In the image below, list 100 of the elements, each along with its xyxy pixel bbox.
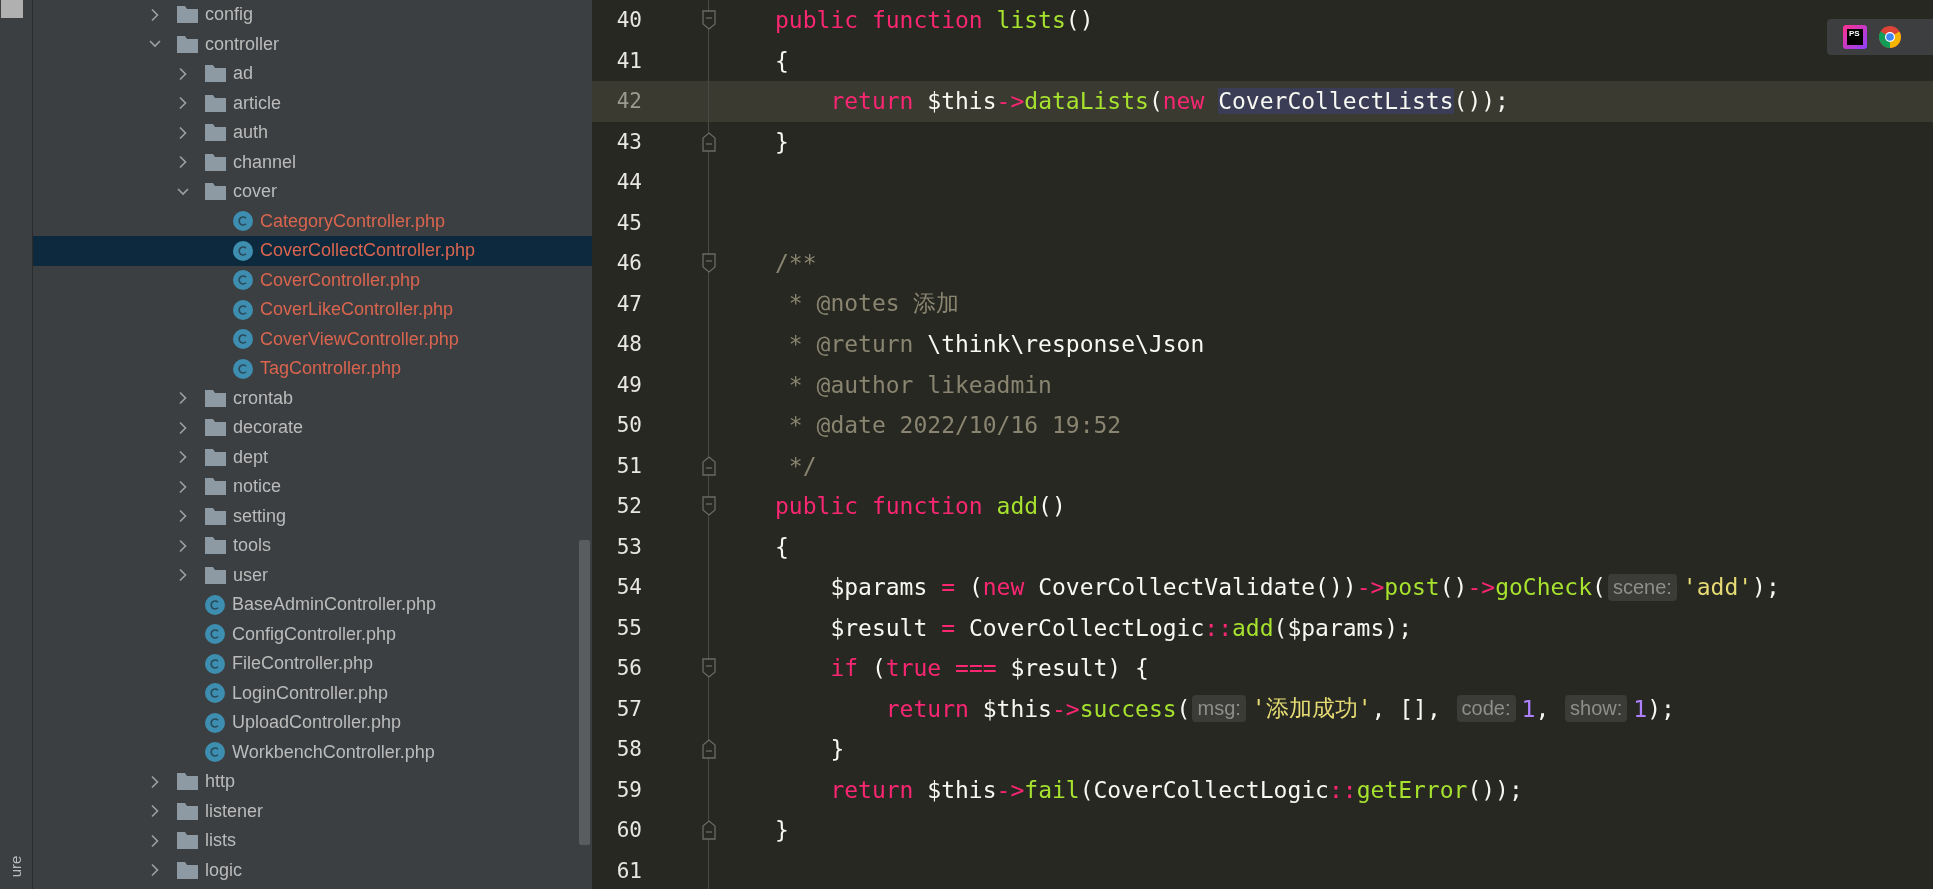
tree-item[interactable]: CoverCollectController.php xyxy=(33,236,592,266)
class-file-icon xyxy=(233,358,253,379)
parameter-hint: scene: xyxy=(1607,573,1677,601)
tree-item[interactable]: notice xyxy=(33,472,592,502)
code-line: { xyxy=(775,47,789,74)
folder-icon xyxy=(205,183,226,201)
tree-item[interactable]: logic xyxy=(33,855,592,885)
folder-icon xyxy=(177,802,198,820)
tree-item[interactable]: article xyxy=(33,88,592,118)
line-number: 46 xyxy=(615,251,642,276)
code-line: public function add() xyxy=(775,493,1066,520)
class-file-icon xyxy=(233,211,253,232)
folder-icon xyxy=(177,35,198,53)
tree-item[interactable]: CoverViewController.php xyxy=(33,324,592,354)
code-line: return $this->dataLists(new CoverCollectLists()); xyxy=(829,88,1509,115)
line-number: 56 xyxy=(615,656,642,681)
scrollbar-thumb[interactable] xyxy=(579,540,590,845)
line-number: 40 xyxy=(615,8,642,33)
tree-item[interactable]: config xyxy=(33,0,592,30)
tree-item[interactable]: TagController.php xyxy=(33,354,592,384)
tree-item[interactable]: lists xyxy=(33,826,592,856)
tree-item[interactable]: auth xyxy=(33,118,592,148)
code-line: */ xyxy=(787,452,817,479)
tree-item[interactable]: user xyxy=(33,560,592,590)
folder-icon xyxy=(205,478,226,496)
fold-marker-icon[interactable] xyxy=(701,10,716,31)
code-line: $result = CoverCollectLogic::add($params); xyxy=(829,614,1412,641)
tree-item[interactable]: CoverController.php xyxy=(33,265,592,295)
tree-item[interactable]: cover xyxy=(33,177,592,207)
code-line: * @date 2022/10/16 19:52 xyxy=(787,412,1122,439)
class-file-icon xyxy=(233,299,253,320)
code-line: $params = (new CoverCollectValidate())->post()->goCheck( scene: 'add'); xyxy=(829,573,1780,601)
class-file-icon xyxy=(233,240,253,261)
folder-icon xyxy=(205,94,226,112)
class-file-icon xyxy=(205,712,225,733)
line-number: 61 xyxy=(615,858,642,883)
tree-item[interactable]: decorate xyxy=(33,413,592,443)
fold-marker-icon[interactable] xyxy=(701,658,716,679)
folder-icon xyxy=(177,6,198,24)
parameter-hint: show: xyxy=(1565,695,1628,723)
tree-item[interactable]: setting xyxy=(33,501,592,531)
ide-app-icon[interactable]: PS xyxy=(1843,25,1867,49)
code-line: return $this->fail(CoverCollectLogic::getError()); xyxy=(829,776,1523,803)
class-file-icon xyxy=(233,270,253,291)
line-number: 59 xyxy=(615,777,642,802)
line-number: 60 xyxy=(615,818,642,843)
tool-window-tab[interactable]: ure xyxy=(7,855,25,878)
fold-marker-icon[interactable] xyxy=(701,496,716,517)
line-number: 50 xyxy=(615,413,642,438)
class-file-icon xyxy=(233,329,253,350)
tree-item[interactable]: http xyxy=(33,767,592,797)
code-line: public function lists() xyxy=(775,7,1094,34)
line-number: 57 xyxy=(615,696,642,721)
line-number: 41 xyxy=(615,48,642,73)
code-line: { xyxy=(775,533,789,560)
fold-marker-icon[interactable] xyxy=(701,131,716,152)
fold-marker-icon[interactable] xyxy=(701,739,716,760)
tree-item[interactable]: WorkbenchController.php xyxy=(33,737,592,767)
tree-item[interactable]: UploadController.php xyxy=(33,708,592,738)
folder-icon xyxy=(205,448,226,466)
tree-item[interactable]: listener xyxy=(33,796,592,826)
line-number: 53 xyxy=(615,534,642,559)
tree-item[interactable]: controller xyxy=(33,29,592,59)
line-number: 44 xyxy=(615,170,642,195)
parameter-hint: msg: xyxy=(1192,695,1246,723)
folder-icon xyxy=(205,153,226,171)
tree-item[interactable]: channel xyxy=(33,147,592,177)
class-file-icon xyxy=(205,653,225,674)
tree-item[interactable]: crontab xyxy=(33,383,592,413)
class-file-icon xyxy=(205,624,225,645)
folder-icon xyxy=(205,566,226,584)
line-number: 43 xyxy=(615,129,642,154)
tree-item[interactable]: FileController.php xyxy=(33,649,592,679)
folder-icon xyxy=(205,507,226,525)
tree-item[interactable]: CoverLikeController.php xyxy=(33,295,592,325)
fold-marker-icon[interactable] xyxy=(701,820,716,841)
tree-item[interactable]: BaseAdminController.php xyxy=(33,590,592,620)
folder-icon xyxy=(205,124,226,142)
code-line: /** xyxy=(775,250,817,277)
code-line: * @author likeadmin xyxy=(787,371,1052,398)
code-line: } xyxy=(775,817,789,844)
line-number: 52 xyxy=(615,494,642,519)
folder-icon xyxy=(177,832,198,850)
tree-item[interactable]: ConfigController.php xyxy=(33,619,592,649)
line-number: 42 xyxy=(615,89,642,114)
tree-item[interactable]: CategoryController.php xyxy=(33,206,592,236)
fold-marker-icon[interactable] xyxy=(701,455,716,476)
tree-item[interactable]: dept xyxy=(33,442,592,472)
class-file-icon xyxy=(205,683,225,704)
folder-icon xyxy=(205,537,226,555)
folder-icon xyxy=(177,773,198,791)
code-line: * @notes 添加 xyxy=(787,289,960,319)
browser-icon[interactable] xyxy=(1879,26,1901,48)
class-file-icon xyxy=(205,742,225,763)
folder-icon xyxy=(205,389,226,407)
fold-marker-icon[interactable] xyxy=(701,253,716,274)
tree-item[interactable]: LoginController.php xyxy=(33,678,592,708)
tree-item[interactable]: tools xyxy=(33,531,592,561)
tree-item[interactable]: ad xyxy=(33,59,592,89)
parameter-hint: code: xyxy=(1456,695,1516,723)
